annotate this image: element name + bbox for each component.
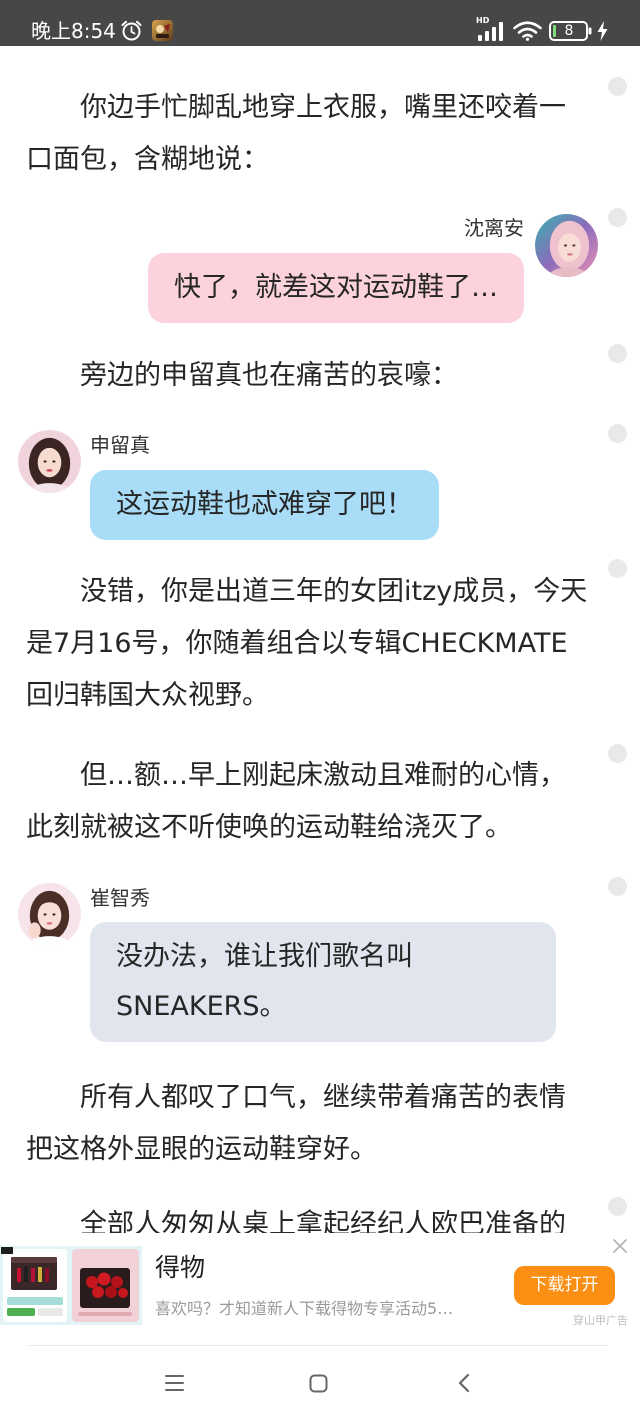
- comment-dot-icon[interactable]: [608, 744, 627, 763]
- chat-bubble: 快了，就差这对运动鞋了…: [148, 253, 524, 323]
- avatar[interactable]: [18, 430, 81, 493]
- comment-dot-icon[interactable]: [608, 424, 627, 443]
- speaker-name: 申留真: [90, 433, 150, 457]
- alarm-clock-icon: [121, 20, 142, 41]
- chat-bubble: 没办法，谁让我们歌名叫SNEAKERS。: [90, 922, 556, 1042]
- comment-dot-icon[interactable]: [608, 877, 627, 896]
- status-bar: 晚上8:54 HD 8: [0, 0, 640, 46]
- charging-bolt-icon: [597, 21, 608, 41]
- back-chevron-icon[interactable]: [457, 1373, 471, 1393]
- ad-banner[interactable]: 得物 喜欢吗？才知道新人下载得物专享活动5… 下载打开 穿山甲广告: [0, 1233, 640, 1336]
- speaker-name: 崔智秀: [90, 886, 150, 910]
- ad-title[interactable]: 得物: [155, 1252, 205, 1284]
- chat-bubble: 这运动鞋也忒难穿了吧！: [90, 470, 439, 540]
- home-square-icon[interactable]: [309, 1374, 328, 1393]
- app-notification-icon: [152, 20, 173, 41]
- story-paragraph: 但…额…早上刚起床激动且难耐的心情，此刻就被这不听使唤的运动鞋给浇灭了。: [26, 760, 566, 843]
- ad-image[interactable]: [0, 1246, 142, 1325]
- divider: [28, 1345, 608, 1346]
- comment-dot-icon[interactable]: [608, 344, 627, 363]
- ad-description[interactable]: 喜欢吗？才知道新人下载得物专享活动5…: [155, 1297, 453, 1321]
- status-time: 晚上8:54: [31, 19, 116, 43]
- speaker-name: 沈离安: [464, 216, 524, 240]
- comment-dot-icon[interactable]: [608, 208, 627, 227]
- story-paragraph: 所有人都叹了口气，继续带着痛苦的表情把这格外显眼的运动鞋穿好。: [26, 1082, 566, 1165]
- comment-dot-icon[interactable]: [608, 1197, 627, 1216]
- story-paragraph: 你边手忙脚乱地穿上衣服，嘴里还咬着一口面包，含糊地说：: [26, 92, 566, 175]
- ad-download-button[interactable]: 下载打开: [514, 1266, 615, 1305]
- story-paragraph: 旁边的申留真也在痛苦的哀嚎：: [80, 360, 458, 391]
- comment-dot-icon[interactable]: [608, 559, 627, 578]
- battery-level: 8: [564, 23, 574, 39]
- wifi-icon: [513, 21, 542, 41]
- close-icon[interactable]: [612, 1238, 628, 1254]
- ad-source-label: 穿山甲广告: [573, 1314, 628, 1327]
- comment-dot-icon[interactable]: [608, 77, 627, 96]
- signal-bars-icon: [478, 22, 503, 41]
- story-paragraph: 没错，你是出道三年的女团itzy成员，今天是7月16号，你随着组合以专辑CHEC…: [26, 576, 588, 711]
- avatar[interactable]: [535, 214, 598, 277]
- avatar[interactable]: [18, 883, 81, 946]
- menu-icon[interactable]: [165, 1374, 184, 1392]
